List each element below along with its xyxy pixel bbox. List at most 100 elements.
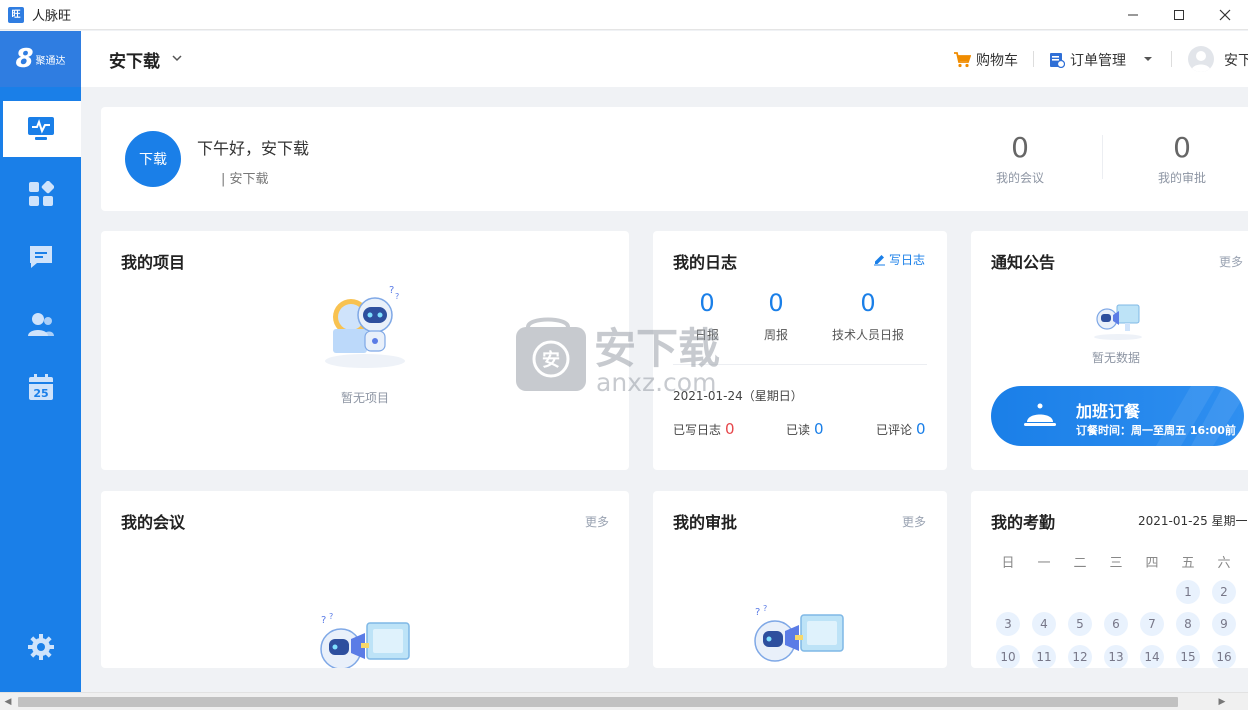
sidebar-item-calendar[interactable]: 25	[0, 359, 81, 415]
approvals-count[interactable]: 0	[1142, 131, 1222, 164]
calendar-day[interactable]: 8	[1176, 612, 1200, 636]
calendar-weekday: 一	[1037, 556, 1051, 571]
logo-text: 聚通达	[35, 55, 66, 67]
tech-daily-label: 技术人员日报	[831, 328, 904, 342]
commented-label: 已评论	[876, 423, 913, 437]
caret-down-icon[interactable]	[1143, 55, 1153, 63]
commented-count: 0	[916, 420, 926, 438]
contacts-icon	[27, 313, 54, 336]
approvals-more-link[interactable]: 更多	[902, 513, 926, 530]
header: 安下载 购物车 订单管理 安下	[81, 31, 1248, 87]
weekly-label: 周报	[763, 328, 788, 342]
chevron-down-icon[interactable]	[171, 53, 183, 63]
sidebar-item-messages[interactable]	[0, 229, 81, 285]
svg-text:?: ?	[321, 615, 326, 626]
approvals-card: 我的审批 更多 ? ?	[653, 491, 947, 668]
robot-monitor-icon: ? ?	[320, 613, 410, 668]
calendar-day[interactable]: 1	[1176, 580, 1200, 604]
pencil-icon	[874, 255, 885, 266]
calendar-day[interactable]: 10	[996, 645, 1020, 668]
meetings-count[interactable]: 0	[980, 131, 1060, 164]
calendar-weekday: 四	[1145, 556, 1159, 571]
calendar-weekday: 日	[1001, 556, 1015, 571]
calendar-weekday: 五	[1181, 556, 1195, 571]
calendar-day[interactable]: 7	[1140, 612, 1164, 636]
read-label: 已读	[786, 423, 811, 437]
close-button[interactable]	[1202, 0, 1248, 30]
user-avatar-icon	[1191, 51, 1211, 72]
calendar-day[interactable]: 4	[1032, 612, 1056, 636]
calendar-day[interactable]: 9	[1212, 612, 1236, 636]
calendar-day[interactable]: 16	[1212, 645, 1236, 668]
orders-button[interactable]: 订单管理	[1049, 50, 1126, 70]
written-label: 已写日志	[673, 423, 722, 437]
calendar-day[interactable]: 13	[1104, 645, 1128, 668]
weekly-count[interactable]: 0	[756, 289, 796, 317]
meetings-more-link[interactable]: 更多	[585, 513, 609, 530]
watermark-logo: 安 安下载 anxz.com	[516, 317, 720, 397]
calendar-day[interactable]: 12	[1068, 645, 1092, 668]
gear-icon	[27, 634, 54, 660]
logo-mark: 8	[15, 44, 34, 74]
attendance-title: 我的考勤	[991, 513, 1056, 532]
sidebar-item-dashboard[interactable]	[0, 101, 81, 157]
maximize-icon	[1174, 10, 1184, 20]
sidebar: 8 聚通达 25	[0, 31, 81, 692]
journal-title: 我的日志	[673, 253, 738, 272]
calendar-day[interactable]: 11	[1032, 645, 1056, 668]
meetings-label: 我的会议	[995, 171, 1044, 185]
sidebar-item-settings[interactable]	[0, 619, 81, 675]
scrollbar-thumb[interactable]	[18, 697, 1178, 707]
user-badge: 下载	[125, 131, 181, 187]
orders-label: 订单管理	[1070, 53, 1126, 69]
meetings-title: 我的会议	[121, 513, 186, 532]
commented-stat[interactable]: 已评论 0	[876, 420, 926, 438]
tech-daily-count[interactable]: 0	[828, 289, 908, 317]
scroll-right-icon[interactable]: ▶	[1214, 693, 1230, 710]
greeting: 下午好，安下载	[197, 139, 310, 158]
maximize-button[interactable]	[1156, 0, 1202, 30]
written-count: 0	[725, 420, 735, 438]
svg-text:?: ?	[395, 292, 399, 301]
food-cloche-icon	[1024, 403, 1056, 426]
projects-empty-text: 暂无项目	[340, 391, 389, 405]
calendar-day[interactable]: 5	[1068, 612, 1092, 636]
calendar-day[interactable]: 14	[1140, 645, 1164, 668]
org-selector[interactable]: 安下载	[109, 47, 160, 72]
write-journal-label: 写日志	[889, 253, 926, 267]
username[interactable]: 安下	[1224, 50, 1248, 70]
calendar-weekday: 二	[1073, 556, 1087, 571]
horizontal-scrollbar[interactable]: ◀ ▶	[0, 692, 1248, 710]
watermark: 安 安下载 anxz.com	[516, 313, 736, 397]
avatar[interactable]	[1188, 46, 1214, 72]
minimize-button[interactable]	[1110, 0, 1156, 30]
notice-more-link[interactable]: 更多	[1219, 253, 1243, 270]
cart-label: 购物车	[976, 53, 1018, 69]
attendance-date: 2021-01-25 星期一	[1138, 514, 1248, 528]
calendar-day[interactable]: 3	[996, 612, 1020, 636]
svg-text:?: ?	[755, 607, 760, 618]
scroll-left-icon[interactable]: ◀	[0, 693, 16, 710]
write-journal-button[interactable]: 写日志	[873, 251, 925, 268]
approvals-label: 我的审批	[1157, 171, 1206, 185]
sidebar-item-contacts[interactable]	[0, 296, 81, 352]
notice-empty-text: 暂无数据	[1091, 351, 1140, 365]
order-doc-icon	[1050, 53, 1065, 68]
overtime-title: 加班订餐	[1076, 402, 1141, 421]
written-stat[interactable]: 已写日志 0	[673, 420, 735, 438]
calendar-icon-label: 25	[33, 387, 48, 400]
window-title: 人脉旺	[32, 9, 72, 24]
overtime-meal-button[interactable]: 加班订餐 订餐时间：周一至周五 16:00前	[991, 386, 1244, 446]
header-divider	[1033, 51, 1034, 67]
calendar-day[interactable]: 2	[1212, 580, 1236, 604]
sidebar-item-apps[interactable]	[0, 166, 81, 222]
calendar-day[interactable]: 6	[1104, 612, 1128, 636]
calendar-day[interactable]: 15	[1176, 645, 1200, 668]
read-stat[interactable]: 已读 0	[786, 420, 824, 438]
notice-card: 通知公告 更多 暂无数据 加班订餐 订餐时间：周一至周五 16:00前	[971, 231, 1248, 470]
watermark-text: 安下载	[594, 324, 720, 373]
cart-button[interactable]: 购物车	[953, 50, 1018, 70]
logo: 8 聚通达	[0, 31, 81, 87]
svg-text:?: ?	[329, 613, 333, 621]
robot-empty-icon: ? ?	[325, 285, 405, 368]
